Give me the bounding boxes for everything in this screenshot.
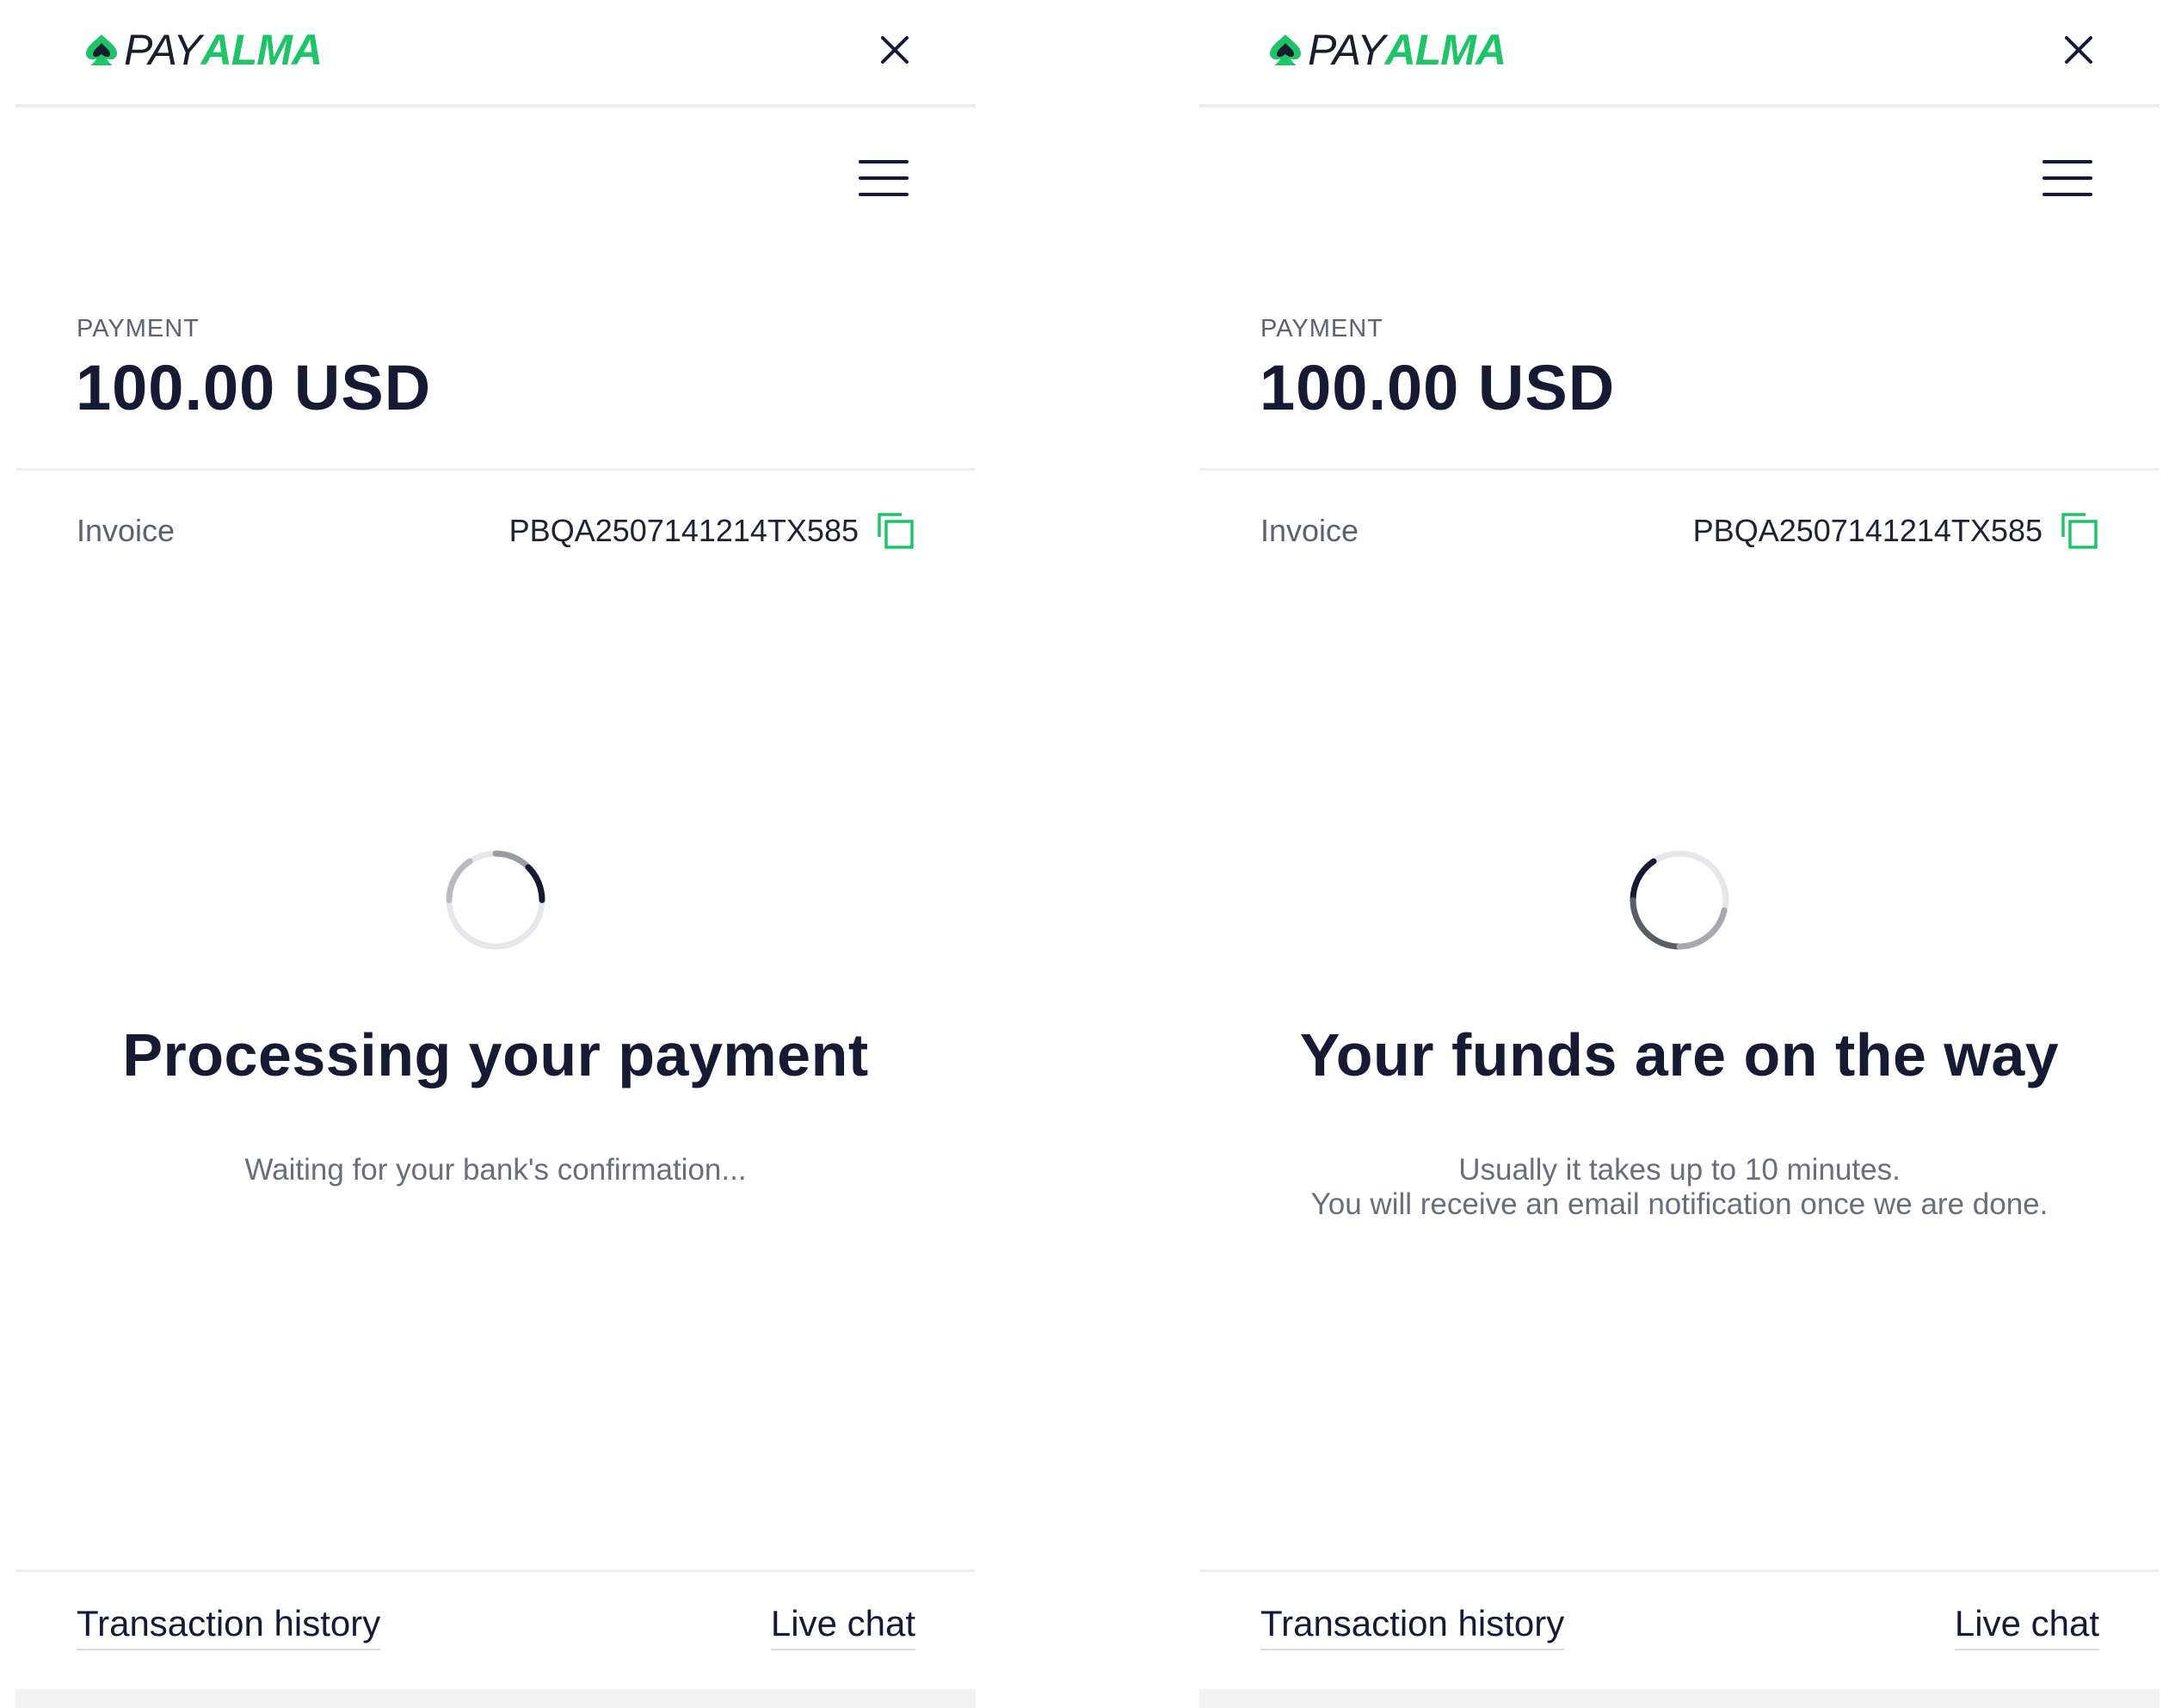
footer-strip <box>1199 1689 2160 1708</box>
invoice-number: PBQA2507141214TX585 <box>1692 513 2043 548</box>
invoice-label: Invoice <box>77 513 176 548</box>
hamburger-menu-icon[interactable] <box>2043 155 2092 201</box>
loading-spinner-icon <box>1628 848 1731 952</box>
payalma-logo: PAY ALMA <box>83 24 323 76</box>
payment-amount: 100.00 USD <box>76 352 432 423</box>
divider <box>15 1569 976 1572</box>
live-chat-link[interactable]: Live chat <box>1954 1602 2099 1650</box>
close-icon[interactable] <box>2058 29 2099 71</box>
hamburger-menu-icon[interactable] <box>859 155 909 201</box>
payment-label: PAYMENT <box>1260 315 1383 342</box>
status-message-line: You will receive an email notification o… <box>1310 1187 2049 1221</box>
copy-icon[interactable] <box>876 511 915 551</box>
transaction-history-link[interactable]: Transaction history <box>1260 1602 1565 1650</box>
logo-text-pay: PAY <box>124 26 202 74</box>
top-bar: PAY ALMA <box>15 0 976 108</box>
logo-text-alma: ALMA <box>200 26 323 74</box>
transaction-history-link[interactable]: Transaction history <box>77 1602 381 1650</box>
status-title: Your funds are on the way <box>1299 1021 2060 1088</box>
status-message-line: Waiting for your bank's confirmation... <box>244 1153 747 1187</box>
footer-strip <box>15 1689 976 1708</box>
logo-text-alma: ALMA <box>1384 26 1506 74</box>
status-message: Waiting for your bank's confirmation... <box>15 1153 976 1187</box>
status-message-line: Usually it takes up to 10 minutes. <box>1458 1153 1901 1187</box>
status-title: Processing your payment <box>122 1021 869 1088</box>
divider <box>1199 468 2160 471</box>
close-icon[interactable] <box>874 29 915 71</box>
spade-logo-icon <box>86 34 117 65</box>
payment-label: PAYMENT <box>77 315 200 342</box>
divider <box>15 468 976 471</box>
payment-screen-processing: PAY ALMA PAYMENT 100.00 USD Invoice PBQA2… <box>15 0 976 1708</box>
spade-logo-icon <box>1270 34 1301 65</box>
live-chat-link[interactable]: Live chat <box>770 1602 915 1650</box>
divider <box>1199 1569 2160 1572</box>
invoice-number: PBQA2507141214TX585 <box>508 513 859 548</box>
invoice-label: Invoice <box>1260 513 1359 548</box>
status-message: Usually it takes up to 10 minutes. You w… <box>1199 1153 2160 1222</box>
loading-spinner-icon <box>444 848 547 952</box>
copy-icon[interactable] <box>2060 511 2099 551</box>
payment-amount: 100.00 USD <box>1260 352 1616 423</box>
logo-text-pay: PAY <box>1308 26 1386 74</box>
payalma-logo: PAY ALMA <box>1266 24 1506 76</box>
top-bar: PAY ALMA <box>1199 0 2160 108</box>
payment-screen-funds-on-way: PAY ALMA PAYMENT 100.00 USD Invoice PBQA2… <box>1199 0 2160 1708</box>
